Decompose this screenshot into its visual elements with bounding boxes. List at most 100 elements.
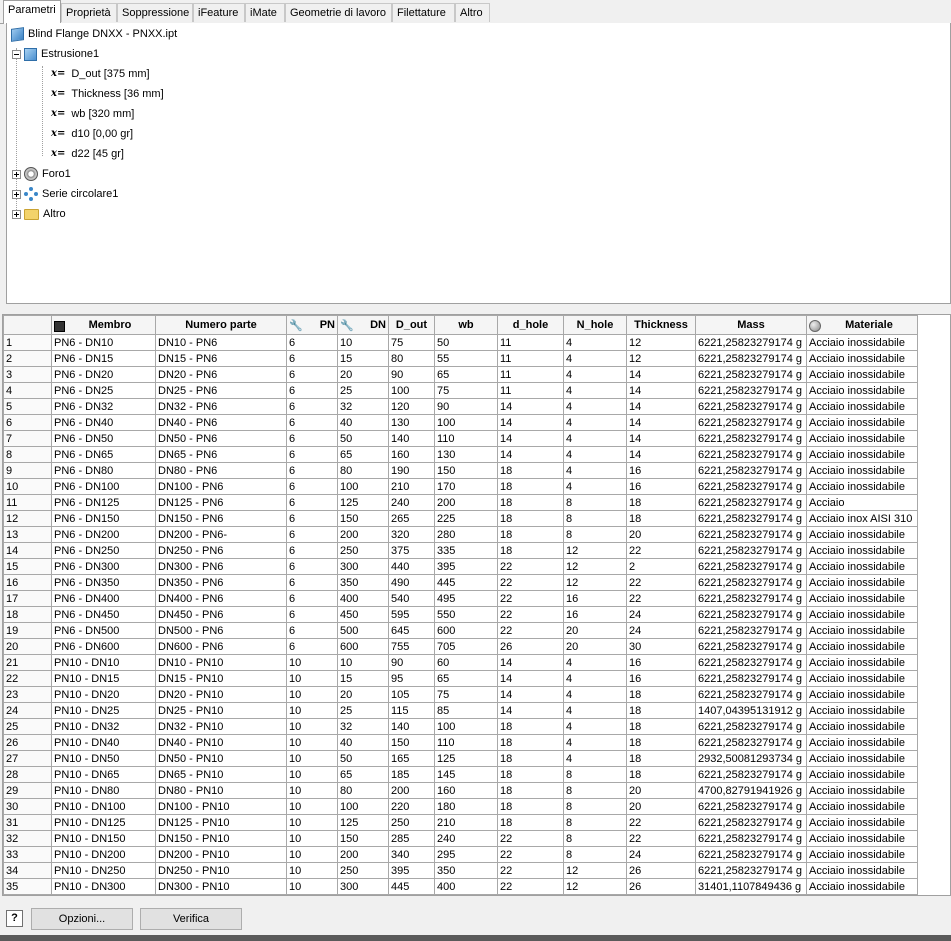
tree-param-d-out[interactable]: x= D_out [375 mm] bbox=[51, 65, 150, 83]
table-cell[interactable]: 6 bbox=[286, 574, 338, 591]
table-cell[interactable]: 11 bbox=[497, 334, 564, 351]
row-number-cell[interactable]: 29 bbox=[3, 782, 52, 799]
table-cell[interactable]: PN6 - DN100 bbox=[51, 478, 156, 495]
table-cell[interactable]: 10 bbox=[286, 750, 338, 767]
table-cell[interactable]: 8 bbox=[563, 766, 627, 783]
table-cell[interactable]: 75 bbox=[434, 382, 498, 399]
table-cell[interactable]: 22 bbox=[497, 622, 564, 639]
table-cell[interactable]: 250 bbox=[337, 542, 389, 559]
table-cell[interactable]: 4 bbox=[563, 446, 627, 463]
table-cell[interactable]: 12 bbox=[563, 862, 627, 879]
table-cell[interactable]: 11 bbox=[497, 382, 564, 399]
table-cell[interactable]: 80 bbox=[388, 350, 435, 367]
table-cell[interactable]: 18 bbox=[626, 686, 696, 703]
table-cell[interactable]: Acciaio inossidabile bbox=[806, 558, 918, 575]
column-header-thickness[interactable]: Thickness bbox=[626, 315, 696, 335]
table-cell[interactable]: PN6 - DN15 bbox=[51, 350, 156, 367]
row-number-cell[interactable]: 18 bbox=[3, 606, 52, 623]
table-cell[interactable]: 125 bbox=[434, 750, 498, 767]
table-row[interactable]: 5 PN6 - DN32 DN32 - PN6 6 32 120 90 14 4 14 6221,2… bbox=[3, 398, 918, 415]
table-cell[interactable]: 22 bbox=[626, 542, 696, 559]
tree-param-d10[interactable]: x= d10 [0,00 gr] bbox=[51, 125, 133, 143]
tab-parametri[interactable]: Parametri bbox=[3, 0, 61, 24]
table-row[interactable]: 32 PN10 - DN150 DN150 - PN10 10 150 285 240 22 8… bbox=[3, 830, 918, 847]
table-cell[interactable]: PN6 - DN250 bbox=[51, 542, 156, 559]
table-cell[interactable]: PN10 - DN32 bbox=[51, 718, 156, 735]
table-row[interactable]: 15 PN6 - DN300 DN300 - PN6 6 300 440 395 22 12 2 6… bbox=[3, 558, 918, 575]
table-cell[interactable]: 16 bbox=[626, 654, 696, 671]
table-cell[interactable]: 6 bbox=[286, 430, 338, 447]
table-cell[interactable]: 18 bbox=[497, 542, 564, 559]
row-number-cell[interactable]: 10 bbox=[3, 478, 52, 495]
table-cell[interactable]: PN10 - DN250 bbox=[51, 862, 156, 879]
table-cell[interactable]: 18 bbox=[497, 734, 564, 751]
table-cell[interactable]: 10 bbox=[286, 798, 338, 815]
table-cell[interactable]: 22 bbox=[626, 590, 696, 607]
table-cell[interactable]: 4 bbox=[563, 654, 627, 671]
table-cell[interactable]: 6221,25823279174 g bbox=[695, 334, 807, 351]
table-cell[interactable]: 50 bbox=[337, 750, 389, 767]
row-number-cell[interactable]: 35 bbox=[3, 878, 52, 895]
table-cell[interactable]: 6 bbox=[286, 638, 338, 655]
table-cell[interactable]: 25 bbox=[337, 382, 389, 399]
table-row[interactable]: 25 PN10 - DN32 DN32 - PN10 10 32 140 100 18 4 18 6… bbox=[3, 718, 918, 735]
table-cell[interactable]: 240 bbox=[388, 494, 435, 511]
table-cell[interactable]: DN20 - PN10 bbox=[155, 686, 287, 703]
table-cell[interactable]: 6221,25823279174 g bbox=[695, 366, 807, 383]
table-cell[interactable]: 10 bbox=[337, 334, 389, 351]
table-cell[interactable]: 18 bbox=[497, 510, 564, 527]
table-cell[interactable]: 100 bbox=[388, 382, 435, 399]
table-row[interactable]: 16 PN6 - DN350 DN350 - PN6 6 350 490 445 22 12 22… bbox=[3, 574, 918, 591]
table-cell[interactable]: 22 bbox=[626, 574, 696, 591]
table-cell[interactable]: 490 bbox=[388, 574, 435, 591]
table-cell[interactable]: Acciaio inossidabile bbox=[806, 718, 918, 735]
table-cell[interactable]: 250 bbox=[388, 814, 435, 831]
tree-param-wb[interactable]: x= wb [320 mm] bbox=[51, 105, 134, 123]
table-cell[interactable]: 130 bbox=[388, 414, 435, 431]
table-cell[interactable]: 140 bbox=[388, 718, 435, 735]
table-cell[interactable]: 6221,25823279174 g bbox=[695, 670, 807, 687]
row-number-cell[interactable]: 3 bbox=[3, 366, 52, 383]
table-cell[interactable]: 26 bbox=[497, 638, 564, 655]
table-cell[interactable]: 445 bbox=[388, 878, 435, 895]
table-cell[interactable]: PN10 - DN80 bbox=[51, 782, 156, 799]
table-cell[interactable]: 40 bbox=[337, 734, 389, 751]
table-cell[interactable]: 60 bbox=[434, 654, 498, 671]
table-cell[interactable]: 14 bbox=[497, 670, 564, 687]
table-cell[interactable]: 14 bbox=[497, 414, 564, 431]
table-cell[interactable]: 2 bbox=[626, 558, 696, 575]
table-cell[interactable]: 6221,25823279174 g bbox=[695, 814, 807, 831]
table-cell[interactable]: 6221,25823279174 g bbox=[695, 846, 807, 863]
table-cell[interactable]: 31401,1107849436 g bbox=[695, 878, 807, 895]
table-cell[interactable]: 40 bbox=[337, 414, 389, 431]
column-header-numero-parte[interactable]: Numero parte bbox=[155, 315, 287, 335]
table-cell[interactable]: 50 bbox=[434, 334, 498, 351]
table-cell[interactable]: 50 bbox=[337, 430, 389, 447]
table-row[interactable]: 12 PN6 - DN150 DN150 - PN6 6 150 265 225 18 8 18 6… bbox=[3, 510, 918, 527]
table-cell[interactable]: 22 bbox=[626, 814, 696, 831]
table-row[interactable]: 1 PN6 - DN10 DN10 - PN6 6 10 75 50 11 4 12 6221,25… bbox=[3, 334, 918, 351]
table-row[interactable]: 26 PN10 - DN40 DN40 - PN10 10 40 150 110 18 4 18 6… bbox=[3, 734, 918, 751]
table-cell[interactable]: 8 bbox=[563, 830, 627, 847]
row-number-cell[interactable]: 4 bbox=[3, 382, 52, 399]
table-cell[interactable]: 10 bbox=[286, 718, 338, 735]
table-cell[interactable]: PN6 - DN80 bbox=[51, 462, 156, 479]
table-cell[interactable]: 6221,25823279174 g bbox=[695, 478, 807, 495]
expand-icon[interactable] bbox=[12, 189, 21, 199]
table-cell[interactable]: 10 bbox=[286, 814, 338, 831]
table-cell[interactable]: 16 bbox=[626, 478, 696, 495]
table-cell[interactable]: DN125 - PN6 bbox=[155, 494, 287, 511]
tree-node-extrusion[interactable]: Estrusione1 bbox=[12, 45, 99, 63]
table-cell[interactable]: 350 bbox=[337, 574, 389, 591]
table-cell[interactable]: PN6 - DN150 bbox=[51, 510, 156, 527]
table-cell[interactable]: 220 bbox=[388, 798, 435, 815]
table-cell[interactable]: 55 bbox=[434, 350, 498, 367]
table-cell[interactable]: 6 bbox=[286, 334, 338, 351]
table-cell[interactable]: 12 bbox=[563, 542, 627, 559]
table-cell[interactable]: 110 bbox=[434, 430, 498, 447]
table-cell[interactable]: 100 bbox=[434, 414, 498, 431]
table-cell[interactable]: Acciaio bbox=[806, 494, 918, 511]
table-cell[interactable]: Acciaio inossidabile bbox=[806, 606, 918, 623]
table-cell[interactable]: 4 bbox=[563, 366, 627, 383]
table-cell[interactable]: 14 bbox=[497, 702, 564, 719]
